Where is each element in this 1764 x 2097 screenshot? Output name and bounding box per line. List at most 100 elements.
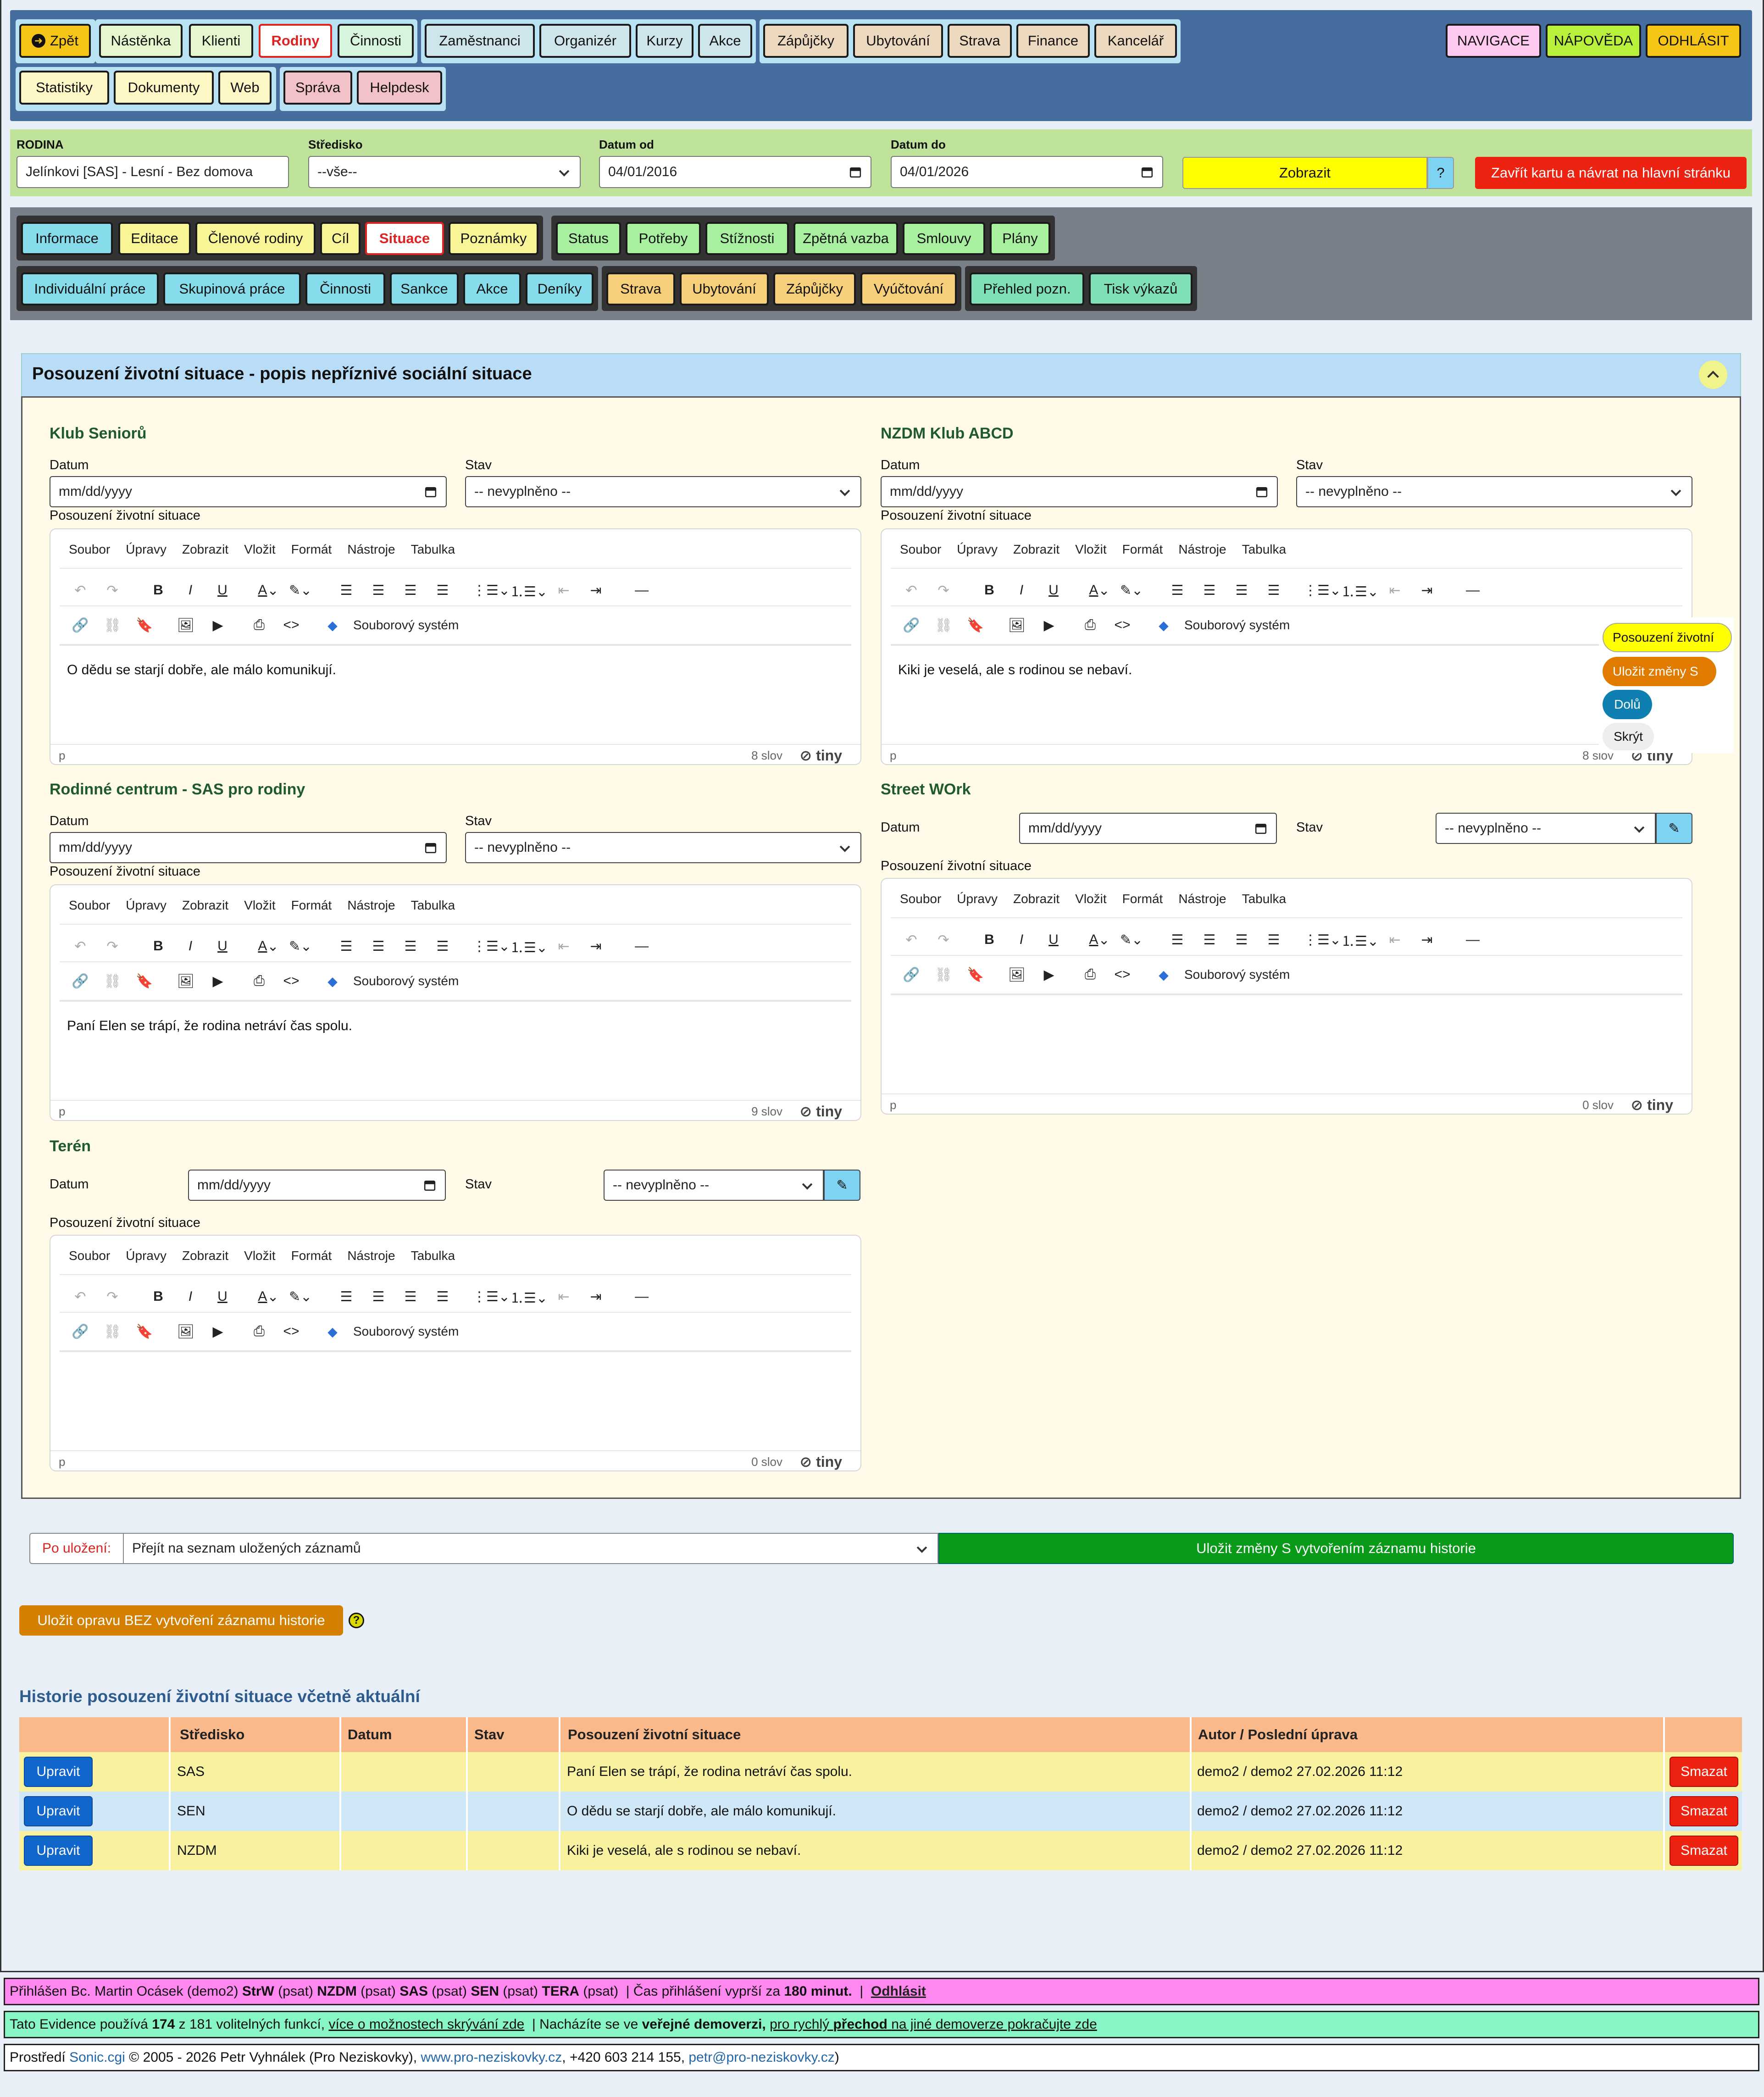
- nav-helpdesk[interactable]: Helpdesk: [357, 71, 442, 105]
- indent-icon[interactable]: ⇥: [580, 935, 612, 958]
- print-icon[interactable]: ⎙: [243, 614, 275, 637]
- tab-tisk-vykazu[interactable]: Tisk výkazů: [1089, 272, 1193, 305]
- datum-input[interactable]: mm/dd/yyyy: [50, 476, 447, 507]
- menu-nastroje[interactable]: Nástroje: [347, 1248, 395, 1263]
- italic-icon[interactable]: I: [174, 579, 206, 602]
- media-icon[interactable]: ▶: [1033, 963, 1065, 986]
- undo-icon[interactable]: ↶: [64, 1285, 96, 1308]
- menu-soubor[interactable]: Soubor: [900, 892, 941, 906]
- nav-ubytovani[interactable]: Ubytování: [853, 24, 943, 58]
- tab-akce[interactable]: Akce: [463, 272, 521, 305]
- menu-tabulka[interactable]: Tabulka: [1242, 892, 1287, 906]
- unlink-icon[interactable]: ⛓: [96, 970, 128, 993]
- print-icon[interactable]: ⎙: [1074, 614, 1106, 637]
- redo-icon[interactable]: ↷: [927, 579, 960, 602]
- menu-format[interactable]: Formát: [291, 1248, 332, 1263]
- indent-icon[interactable]: ⇥: [1411, 579, 1443, 602]
- tab-clenove-rodiny[interactable]: Členové rodiny: [195, 222, 316, 255]
- align-center-icon[interactable]: ☰: [362, 579, 394, 602]
- tab-status[interactable]: Status: [556, 222, 621, 255]
- features-link[interactable]: více o možnostech skrývání zde: [328, 2017, 524, 2032]
- menu-tabulka[interactable]: Tabulka: [411, 542, 455, 557]
- redo-icon[interactable]: ↷: [927, 928, 960, 951]
- bold-icon[interactable]: B: [142, 935, 174, 958]
- nav-klienti[interactable]: Klienti: [189, 24, 253, 58]
- floating-posouzeni[interactable]: Posouzení životní: [1603, 623, 1732, 652]
- menu-soubor[interactable]: Soubor: [900, 542, 941, 557]
- code-icon[interactable]: <>: [275, 614, 307, 637]
- tab-ubytovani[interactable]: Ubytování: [680, 272, 769, 305]
- nav-cinnosti[interactable]: Činnosti: [338, 24, 414, 58]
- file-system-button[interactable]: ◆ Souborový systém: [316, 614, 459, 637]
- bookmark-icon[interactable]: 🔖: [128, 614, 161, 637]
- upravit-button[interactable]: Upravit: [24, 1796, 93, 1826]
- sonic-link[interactable]: Sonic.cgi: [69, 2050, 125, 2065]
- undo-icon[interactable]: ↶: [895, 579, 927, 602]
- align-left-icon[interactable]: ☰: [330, 579, 362, 602]
- menu-vlozit[interactable]: Vložit: [244, 898, 275, 913]
- align-right-icon[interactable]: ☰: [1226, 579, 1258, 602]
- highlight-icon[interactable]: ✎⌄: [284, 1285, 316, 1308]
- datum-od-input[interactable]: 04/01/2016: [599, 156, 871, 188]
- calendar-icon[interactable]: [425, 486, 437, 498]
- editor-content[interactable]: O dědu se starjí dobře, ale málo komunik…: [67, 662, 336, 678]
- tab-cil[interactable]: Cíl: [320, 222, 361, 255]
- tab-stiznosti[interactable]: Stížnosti: [705, 222, 789, 255]
- tab-cinnosti[interactable]: Činnosti: [305, 272, 385, 305]
- outdent-icon[interactable]: ⇤: [1379, 579, 1411, 602]
- menu-zobrazit[interactable]: Zobrazit: [1013, 892, 1060, 906]
- outdent-icon[interactable]: ⇤: [548, 1285, 580, 1308]
- tab-plany[interactable]: Plány: [990, 222, 1050, 255]
- text-color-icon[interactable]: A ⌄: [252, 935, 284, 958]
- numbered-list-icon[interactable]: ⒈☰⌄: [1341, 579, 1379, 602]
- code-icon[interactable]: <>: [1106, 963, 1138, 986]
- outdent-icon[interactable]: ⇤: [548, 935, 580, 958]
- collapse-button[interactable]: [1699, 361, 1727, 389]
- menu-upravy[interactable]: Úpravy: [957, 542, 998, 557]
- image-icon[interactable]: 🖼: [170, 614, 202, 637]
- image-icon[interactable]: 🖼: [170, 1320, 202, 1343]
- tab-zpetna-vazba[interactable]: Zpětná vazba: [793, 222, 898, 255]
- align-justify-icon[interactable]: ☰: [1258, 579, 1290, 602]
- numbered-list-icon[interactable]: ⒈☰⌄: [510, 1285, 548, 1308]
- bullet-list-icon[interactable]: ⋮☰⌄: [1304, 579, 1341, 602]
- stav-select[interactable]: -- nevyplněno --: [465, 832, 861, 863]
- nav-finance[interactable]: Finance: [1016, 24, 1090, 58]
- redo-icon[interactable]: ↷: [96, 1285, 128, 1308]
- nav-statistiky[interactable]: Statistiky: [19, 71, 109, 105]
- nav-zamestnanci[interactable]: Zaměstnanci: [425, 24, 535, 58]
- tab-poznamky[interactable]: Poznámky: [449, 222, 538, 255]
- navigace-button[interactable]: NAVIGACE: [1446, 24, 1541, 58]
- tab-smlouvy[interactable]: Smlouvy: [903, 222, 985, 255]
- horizontal-line-icon[interactable]: —: [1457, 579, 1489, 602]
- outdent-icon[interactable]: ⇤: [1379, 928, 1411, 951]
- align-center-icon[interactable]: ☰: [1193, 928, 1226, 951]
- undo-icon[interactable]: ↶: [64, 935, 96, 958]
- smazat-button[interactable]: Smazat: [1670, 1836, 1738, 1866]
- ulozit-bez-historie-button[interactable]: Uložit opravu BEZ vytvoření záznamu hist…: [19, 1605, 343, 1636]
- tab-zapujcky[interactable]: Zápůjčky: [773, 272, 856, 305]
- tab-strava[interactable]: Strava: [606, 272, 675, 305]
- unlink-icon[interactable]: ⛓: [96, 614, 128, 637]
- menu-format[interactable]: Formát: [1122, 542, 1163, 557]
- link-icon[interactable]: 🔗: [64, 970, 96, 993]
- highlight-icon[interactable]: ✎⌄: [1115, 579, 1148, 602]
- align-center-icon[interactable]: ☰: [362, 1285, 394, 1308]
- print-icon[interactable]: ⎙: [1074, 963, 1106, 986]
- zavrit-button[interactable]: Zavřít kartu a návrat na hlavní stránku: [1475, 157, 1747, 189]
- unlink-icon[interactable]: ⛓: [927, 963, 960, 986]
- bold-icon[interactable]: B: [973, 579, 1005, 602]
- stav-select[interactable]: -- nevyplněno --: [465, 476, 861, 507]
- link-icon[interactable]: 🔗: [895, 614, 927, 637]
- floating-ulozit[interactable]: Uložit změny S: [1603, 657, 1716, 686]
- nav-kurzy[interactable]: Kurzy: [636, 24, 693, 58]
- redo-icon[interactable]: ↷: [96, 579, 128, 602]
- logout-link[interactable]: Odhlásit: [871, 1984, 926, 1999]
- bookmark-icon[interactable]: 🔖: [960, 963, 992, 986]
- rodina-input[interactable]: Jelínkovi [SAS] - Lesní - Bez domova: [17, 156, 289, 188]
- datum-input[interactable]: mm/dd/yyyy: [50, 832, 447, 863]
- menu-tabulka[interactable]: Tabulka: [1242, 542, 1287, 557]
- undo-icon[interactable]: ↶: [64, 579, 96, 602]
- back-button[interactable]: ➜ Zpět: [19, 24, 91, 58]
- align-left-icon[interactable]: ☰: [330, 1285, 362, 1308]
